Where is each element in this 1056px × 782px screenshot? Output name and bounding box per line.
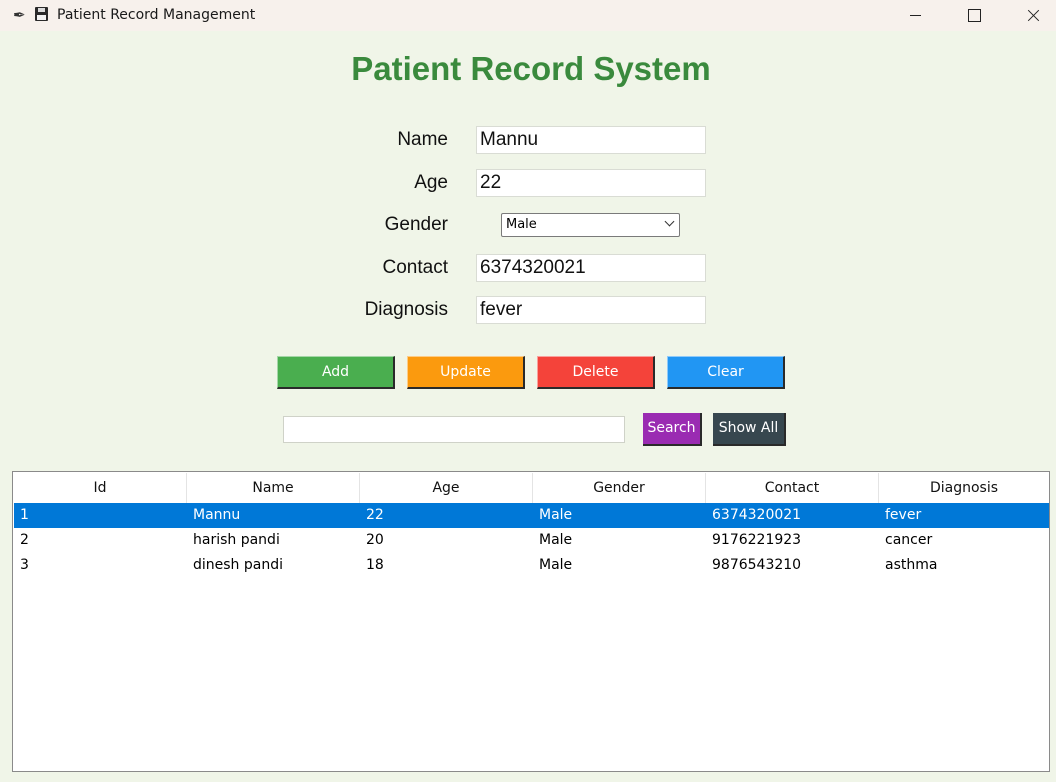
diagnosis-label: Diagnosis <box>364 299 448 320</box>
name-field[interactable]: Mannu <box>476 126 706 154</box>
cell-gender: Male <box>539 507 573 523</box>
contact-field[interactable]: 6374320021 <box>476 254 706 282</box>
chevron-down-icon[interactable] <box>664 216 675 227</box>
cell-gender: Male <box>539 532 573 548</box>
table-row[interactable]: 3 dinesh pandi 18 Male 9876543210 asthma <box>14 553 1049 578</box>
window-title: Patient Record Management <box>57 7 256 23</box>
cell-id: 2 <box>20 532 29 548</box>
column-header-contact[interactable]: Contact <box>706 473 879 503</box>
cell-contact: 9876543210 <box>712 557 802 573</box>
table-body: 1 Mannu 22 Male 6374320021 fever 2 haris… <box>14 503 1049 578</box>
add-button[interactable]: Add <box>277 356 395 389</box>
table-row[interactable]: 1 Mannu 22 Male 6374320021 fever <box>14 503 1049 528</box>
cell-age: 20 <box>366 532 384 548</box>
column-header-name[interactable]: Name <box>187 473 360 503</box>
cell-id: 3 <box>20 557 29 573</box>
age-label: Age <box>414 172 448 193</box>
cell-name: dinesh pandi <box>193 557 283 573</box>
cell-gender: Male <box>539 557 573 573</box>
search-input[interactable] <box>283 416 625 443</box>
table-header: Id Name Age Gender Contact Diagnosis <box>14 473 1049 503</box>
column-header-diagnosis[interactable]: Diagnosis <box>879 473 1049 503</box>
name-label: Name <box>397 129 448 150</box>
page-title: Patient Record System <box>351 50 711 87</box>
cell-diagnosis: asthma <box>885 557 938 573</box>
gender-select-value: Male <box>506 217 537 232</box>
update-button[interactable]: Update <box>407 356 525 389</box>
column-header-id[interactable]: Id <box>14 473 187 503</box>
cell-name: harish pandi <box>193 532 280 548</box>
search-button[interactable]: Search <box>643 413 702 446</box>
maximize-button[interactable] <box>945 0 1003 31</box>
feather-icon: ✒ <box>13 7 26 24</box>
column-header-age[interactable]: Age <box>360 473 533 503</box>
floppy-disk-icon <box>35 7 48 21</box>
title-bar: ✒ Patient Record Management <box>0 0 1056 31</box>
patient-table[interactable]: Id Name Age Gender Contact Diagnosis 1 M… <box>12 471 1050 772</box>
column-header-gender[interactable]: Gender <box>533 473 706 503</box>
contact-label: Contact <box>382 257 448 278</box>
close-button[interactable] <box>1003 0 1056 31</box>
cell-contact: 6374320021 <box>712 507 802 523</box>
cell-diagnosis: fever <box>885 507 922 523</box>
age-field[interactable]: 22 <box>476 169 706 197</box>
delete-button[interactable]: Delete <box>537 356 655 389</box>
table-row[interactable]: 2 harish pandi 20 Male 9176221923 cancer <box>14 528 1049 553</box>
cell-contact: 9176221923 <box>712 532 802 548</box>
cell-age: 22 <box>366 507 384 523</box>
diagnosis-field[interactable]: fever <box>476 296 706 324</box>
cell-age: 18 <box>366 557 384 573</box>
show-all-button[interactable]: Show All <box>713 413 786 446</box>
cell-id: 1 <box>20 507 29 523</box>
clear-button[interactable]: Clear <box>667 356 785 389</box>
gender-label: Gender <box>384 214 448 235</box>
cell-name: Mannu <box>193 507 241 523</box>
minimize-button[interactable] <box>887 0 945 31</box>
cell-diagnosis: cancer <box>885 532 933 548</box>
gender-select[interactable]: Male <box>501 213 680 237</box>
